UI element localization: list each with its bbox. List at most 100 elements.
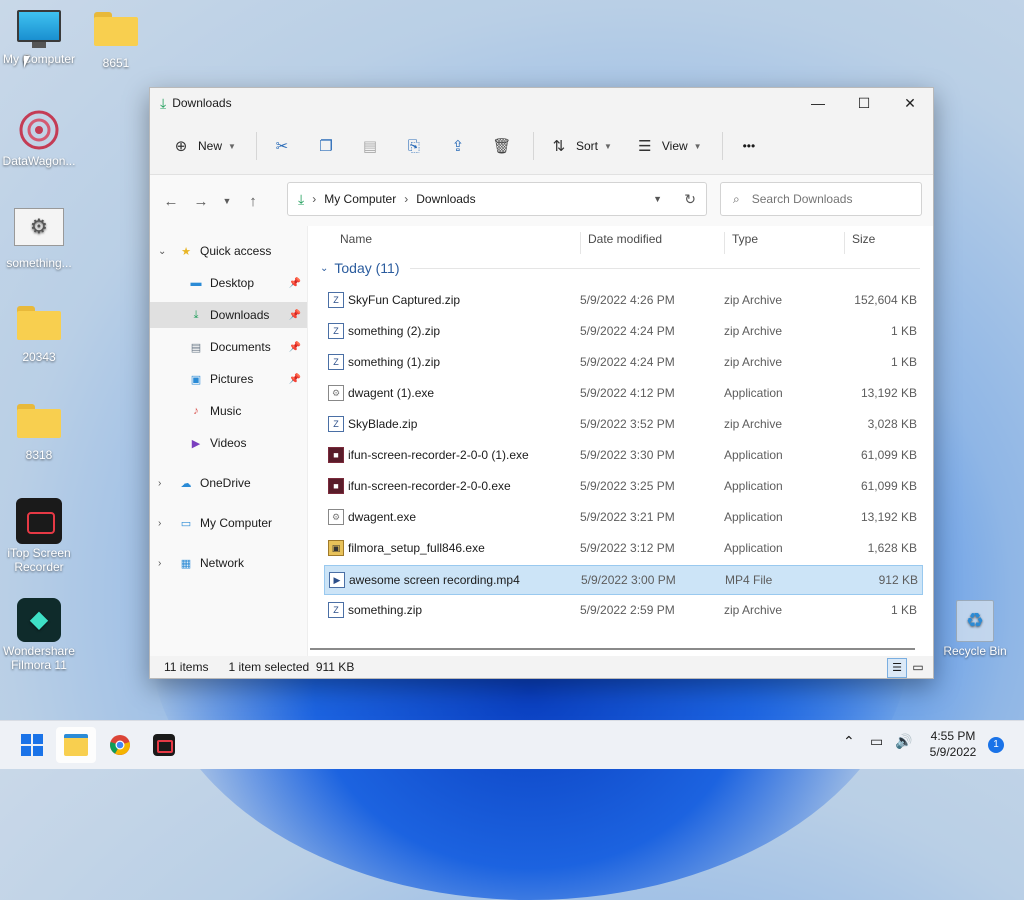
search-box[interactable]: ⌕ — [720, 182, 922, 216]
network-status-icon[interactable]: ▭ — [870, 733, 883, 750]
file-date: 5/9/2022 4:24 PM — [580, 355, 675, 369]
downloads-icon: ⤓ — [160, 94, 167, 111]
desktop-icon-filmora[interactable]: ◆ Wondershare Filmora 11 — [0, 598, 78, 672]
sort-button[interactable]: ⇅ Sort ▼ — [540, 130, 620, 162]
table-row[interactable]: Z SkyFun Captured.zip 5/9/2022 4:26 PM z… — [324, 286, 921, 314]
copy-button[interactable]: ❐ — [307, 130, 345, 162]
nav-label: Network — [200, 556, 245, 570]
taskbar-file-explorer[interactable] — [56, 727, 96, 763]
nav-item-pictures[interactable]: ▣ Pictures 📌 — [150, 366, 307, 392]
chevron-right-icon: › — [158, 557, 162, 569]
show-hidden-icons-button[interactable]: ⌃ — [843, 733, 855, 750]
nav-item-downloads[interactable]: ⤓ Downloads 📌 — [150, 302, 307, 328]
nav-label: Quick access — [200, 244, 272, 258]
table-row-selected[interactable]: ▶ awesome screen recording.mp4 5/9/2022 … — [324, 565, 923, 595]
column-header-date[interactable]: Date modified — [588, 226, 718, 252]
table-row[interactable]: ■ ifun-screen-recorder-2-0-0 (1).exe 5/9… — [324, 441, 921, 469]
search-input[interactable] — [749, 191, 904, 207]
address-history-button[interactable]: ▼ — [653, 194, 662, 204]
new-button[interactable]: ⊕ New ▼ — [162, 130, 244, 162]
nav-onedrive[interactable]: › ☁ OneDrive — [150, 470, 307, 496]
minimize-button[interactable]: — — [795, 88, 841, 118]
address-bar[interactable]: ⤓ › My Computer › Downloads ▼ ↻ — [287, 182, 707, 216]
refresh-button[interactable]: ↻ — [684, 191, 696, 208]
nav-item-videos[interactable]: ▶ Videos — [150, 430, 307, 456]
file-size: 1 KB — [890, 355, 917, 369]
table-row[interactable]: Z something (1).zip 5/9/2022 4:24 PM zip… — [324, 348, 921, 376]
zip-file-icon: Z — [328, 323, 344, 339]
up-button[interactable]: ↑ — [238, 186, 268, 216]
column-divider[interactable] — [844, 232, 845, 254]
chevron-down-icon: ⌄ — [158, 245, 167, 257]
nav-item-music[interactable]: ♪ Music — [150, 398, 307, 424]
breadcrumb-downloads[interactable]: Downloads — [416, 192, 475, 206]
search-icon: ⌕ — [733, 191, 740, 206]
delete-button[interactable]: 🗑 — [483, 130, 521, 162]
pin-icon[interactable]: 📌 — [289, 374, 301, 385]
pin-icon[interactable]: 📌 — [289, 278, 301, 289]
zip-file-icon: Z — [328, 416, 344, 432]
pin-icon[interactable]: 📌 — [289, 310, 301, 321]
file-list: Name Date modified Type Size ⌄ Today (11… — [316, 226, 926, 646]
back-button[interactable]: ← — [156, 186, 186, 216]
horizontal-scrollbar[interactable] — [310, 648, 915, 650]
desktop-icon-itop[interactable]: iTop Screen Recorder — [0, 498, 78, 574]
tiles-view-button[interactable]: ▭ — [909, 658, 927, 676]
table-row[interactable]: ⚙ dwagent.exe 5/9/2022 3:21 PM Applicati… — [324, 503, 921, 531]
clock[interactable]: 4:55 PM 5/9/2022 — [928, 728, 978, 760]
start-button[interactable] — [12, 727, 52, 763]
file-date: 5/9/2022 2:59 PM — [580, 603, 675, 617]
column-divider[interactable] — [724, 232, 725, 254]
desktop-icon-folder-8651[interactable]: 8651 — [77, 12, 155, 70]
sort-icon: ⇅ — [552, 138, 566, 155]
column-header-size[interactable]: Size — [852, 226, 922, 252]
arrow-right-icon: → — [193, 192, 209, 210]
nav-quick-access[interactable]: ⌄ ★ Quick access — [150, 238, 307, 264]
music-icon: ♪ — [193, 405, 199, 417]
paste-button[interactable]: ▤ — [351, 130, 389, 162]
nav-my-computer[interactable]: › ▭ My Computer — [150, 510, 307, 536]
desktop-icon-label: My Computer — [2, 52, 76, 66]
table-row[interactable]: Z something (2).zip 5/9/2022 4:24 PM zip… — [324, 317, 921, 345]
column-header-type[interactable]: Type — [732, 226, 842, 252]
title-bar[interactable]: ⤓ Downloads — ☐ ✕ — [150, 88, 933, 118]
table-row[interactable]: Z SkyBlade.zip 5/9/2022 3:52 PM zip Arch… — [324, 410, 921, 438]
selection-info: 1 item selected 911 KB — [228, 660, 355, 674]
breadcrumb-my-computer[interactable]: My Computer — [324, 192, 396, 206]
view-button[interactable]: ☰ View ▼ — [626, 130, 710, 162]
file-date: 5/9/2022 4:24 PM — [580, 324, 675, 338]
desktop-icon-something[interactable]: ⚙ something... — [0, 208, 78, 270]
table-row[interactable]: Z something.zip 5/9/2022 2:59 PM zip Arc… — [324, 596, 921, 624]
volume-icon[interactable]: 🔊 — [895, 733, 912, 750]
rename-button[interactable]: ⎘ — [395, 130, 433, 162]
forward-button[interactable]: → — [186, 186, 216, 216]
desktop-icon-folder-8318[interactable]: 8318 — [0, 404, 78, 462]
desktop-icon-recycle-bin[interactable]: ♻ Recycle Bin — [936, 600, 1014, 658]
taskbar-chrome[interactable] — [100, 727, 140, 763]
close-button[interactable]: ✕ — [887, 88, 933, 118]
nav-item-desktop[interactable]: ▬ Desktop 📌 — [150, 270, 307, 296]
notification-badge[interactable]: 1 — [988, 737, 1004, 753]
recent-locations-button[interactable]: ▼ — [216, 186, 238, 216]
pin-icon[interactable]: 📌 — [289, 342, 301, 353]
maximize-button[interactable]: ☐ — [841, 88, 887, 118]
column-divider[interactable] — [580, 232, 581, 254]
table-row[interactable]: ▣ filmora_setup_full846.exe 5/9/2022 3:1… — [324, 534, 921, 562]
desktop-icon-my-computer[interactable]: My Computer — [0, 10, 78, 66]
taskbar-screen-recorder[interactable] — [144, 727, 184, 763]
nav-network[interactable]: › ▦ Network — [150, 550, 307, 576]
view-icon: ☰ — [638, 138, 652, 155]
column-header-name[interactable]: Name — [340, 226, 570, 252]
table-row[interactable]: ⚙ dwagent (1).exe 5/9/2022 4:12 PM Appli… — [324, 379, 921, 407]
details-view-button[interactable]: ☰ — [887, 658, 907, 678]
desktop-icon-folder-20343[interactable]: 20343 — [0, 306, 78, 364]
group-header-today[interactable]: ⌄ Today (11) — [320, 260, 920, 276]
table-row[interactable]: ■ ifun-screen-recorder-2-0-0.exe 5/9/202… — [324, 472, 921, 500]
cut-button[interactable]: ✂ — [263, 130, 301, 162]
nav-item-documents[interactable]: ▤ Documents 📌 — [150, 334, 307, 360]
trash-icon: 🗑 — [492, 138, 512, 155]
more-options-button[interactable]: ••• — [729, 130, 764, 162]
file-explorer-window[interactable]: ⤓ Downloads — ☐ ✕ ⊕ New ▼ ✂ ❐ ▤ ⎘ ⇪ 🗑 ⇅ … — [149, 87, 934, 679]
share-button[interactable]: ⇪ — [439, 130, 477, 162]
desktop-icon-datawagon[interactable]: DataWagon... — [0, 108, 78, 168]
